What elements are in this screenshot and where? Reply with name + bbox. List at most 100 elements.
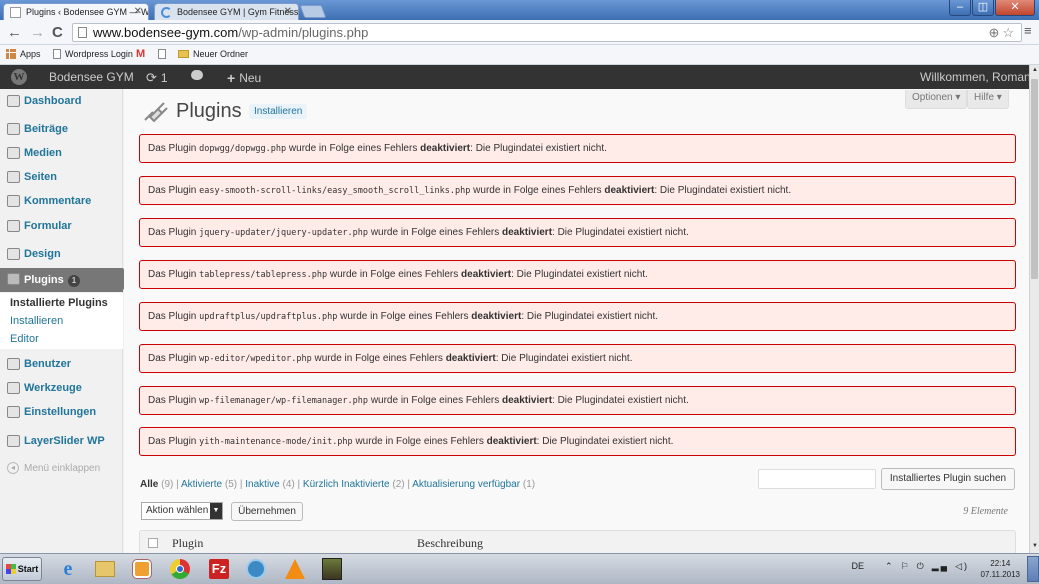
maximize-button[interactable]: ◫ <box>972 0 994 16</box>
updates-count: 1 <box>160 71 168 85</box>
tab-close-icon[interactable]: ✕ <box>134 6 142 17</box>
sidebar-item-beitraege[interactable]: Beiträge <box>0 118 123 140</box>
bookmark-gmail[interactable]: M <box>136 48 145 60</box>
sidebar-item-design[interactable]: Design <box>0 243 123 265</box>
collapse-arrow-icon: ◂ <box>7 462 19 474</box>
tab-close-icon[interactable]: ✕ <box>284 6 292 17</box>
add-new-plugin-button[interactable]: Installieren <box>249 104 308 119</box>
volume-icon[interactable]: ◁) <box>955 561 969 572</box>
greeting-text: Willkommen, Roman <box>920 70 1031 84</box>
page-icon <box>7 171 20 183</box>
sidebar-item-dashboard[interactable]: Dashboard <box>0 90 123 112</box>
vlc-icon[interactable] <box>281 557 309 581</box>
select-all-checkbox[interactable] <box>148 538 158 548</box>
address-bar[interactable]: www.bodensee-gym.com/wp-admin/plugins.ph… <box>72 23 1022 42</box>
apply-button[interactable]: Übernehmen <box>231 502 303 521</box>
account-menu[interactable]: Willkommen, Roman <box>920 70 1031 84</box>
signal-icon[interactable]: ▂▄ <box>932 561 949 572</box>
sidebar-item-seiten[interactable]: Seiten <box>0 166 123 188</box>
screen-options-button[interactable]: Optionen ▾ <box>905 90 968 109</box>
search-plugins-button[interactable]: Installiertes Plugin suchen <box>881 468 1015 490</box>
zoom-and-star-icons[interactable]: ⊕☆ <box>988 24 1017 41</box>
error-notice: Das Plugin updraftplus/updraftplus.php w… <box>139 302 1016 331</box>
filter-all[interactable]: Alle <box>140 479 158 490</box>
submenu-installed-plugins[interactable]: Installierte Plugins <box>10 297 108 309</box>
plugin-search-input[interactable] <box>758 469 876 489</box>
filter-upgrade-available[interactable]: Aktualisierung verfügbar <box>412 479 520 490</box>
chrome-icon[interactable] <box>166 557 194 581</box>
plugins-page-icon <box>144 102 168 123</box>
internet-explorer-icon[interactable]: e <box>54 557 82 581</box>
sidebar-item-medien[interactable]: Medien <box>0 142 123 164</box>
mona-lisa-icon[interactable] <box>318 557 346 581</box>
bookmark-wordpress-login[interactable]: Wordpress Login <box>53 49 133 59</box>
sidebar-item-werkzeuge[interactable]: Werkzeuge <box>0 377 123 399</box>
sidebar-item-layerslider[interactable]: LayerSlider WP <box>0 430 123 452</box>
form-icon <box>7 220 20 232</box>
reload-icon[interactable]: C <box>52 24 63 41</box>
back-arrow-icon[interactable]: ← <box>7 24 22 41</box>
bookmark-folder-neuer-ordner[interactable]: Neuer Ordner <box>178 49 248 59</box>
menu-icon[interactable]: ≡ <box>1024 23 1032 38</box>
submenu-editor[interactable]: Editor <box>10 333 39 345</box>
help-button[interactable]: Hilfe ▾ <box>967 90 1009 109</box>
filter-inactive[interactable]: Inaktive <box>245 479 279 490</box>
scroll-down-icon[interactable]: ▼ <box>1031 543 1039 551</box>
url-path: /wp-admin/plugins.php <box>238 25 369 40</box>
browser-tab-gym[interactable]: Bodensee GYM | Gym Fitness ✕ <box>154 3 299 20</box>
forward-arrow-icon[interactable]: → <box>30 24 45 41</box>
flag-icon[interactable]: ⚐ <box>901 561 911 572</box>
file-explorer-icon[interactable] <box>91 557 119 581</box>
filter-count: (1) <box>522 479 536 490</box>
network-icon[interactable] <box>242 557 270 581</box>
scroll-thumb[interactable] <box>1031 79 1038 279</box>
new-content-link[interactable]: + Neu <box>227 70 261 86</box>
power-icon[interactable]: ⏻ <box>917 561 926 572</box>
comments-link[interactable] <box>191 70 203 80</box>
close-window-button[interactable]: ✕ <box>995 0 1035 16</box>
sidebar-item-plugins[interactable]: Plugins 1 <box>0 268 131 292</box>
filter-recently-inactive[interactable]: Kürzlich Inaktivierte <box>303 479 390 490</box>
system-clock[interactable]: 22:14 07.11.2013 <box>981 558 1020 580</box>
bulk-action-select[interactable]: Aktion wählen ▼ <box>141 502 223 520</box>
show-desktop-button[interactable] <box>1027 556 1039 582</box>
start-button[interactable]: Start <box>2 557 42 581</box>
windows-logo-icon <box>5 564 16 574</box>
bookmark-apps[interactable]: Apps <box>6 49 41 59</box>
page-scrollbar[interactable]: ▲ ▼ <box>1029 65 1039 553</box>
language-indicator[interactable]: DE <box>851 561 864 571</box>
bookmark-blank-page[interactable] <box>158 49 166 59</box>
new-label: Neu <box>239 71 262 85</box>
site-name: Bodensee GYM <box>49 70 134 84</box>
minimize-button[interactable]: – <box>949 0 971 16</box>
sidebar-item-kommentare[interactable]: Kommentare <box>0 190 123 212</box>
show-hidden-icons-icon[interactable]: ⌃ <box>885 561 895 572</box>
sidebar-item-label: LayerSlider WP <box>24 435 105 447</box>
filezilla-icon[interactable]: Fz <box>205 557 233 581</box>
notice-middle: wurde in Folge eines Fehlers <box>329 269 459 280</box>
scroll-up-icon[interactable]: ▲ <box>1031 67 1039 75</box>
updates-link[interactable]: ⟳ 1 <box>146 70 168 86</box>
clock-time: 22:14 <box>990 559 1011 568</box>
sidebar-item-formular[interactable]: Formular <box>0 215 123 237</box>
sidebar-item-benutzer[interactable]: Benutzer <box>0 353 123 375</box>
bookmark-label: Neuer Ordner <box>193 49 249 59</box>
plugin-status-filters: Alle (9) | Aktivierte (5) | Inaktive (4)… <box>140 479 536 490</box>
error-notice: Das Plugin dopwgg/dopwgg.php wurde in Fo… <box>139 134 1016 163</box>
new-tab-button[interactable] <box>299 5 327 18</box>
media-player-icon[interactable] <box>128 557 156 581</box>
collapse-menu-button[interactable]: ◂ Menü einklappen <box>7 462 100 474</box>
submenu-add-new[interactable]: Installieren <box>10 315 63 327</box>
notice-suffix: : Die Plugindatei existiert nicht. <box>536 436 674 447</box>
apps-grid-icon <box>6 49 16 59</box>
filter-active[interactable]: Aktivierte <box>181 479 222 490</box>
tab-title: Plugins ‹ Bodensee GYM — W <box>26 7 149 17</box>
browser-tab-plugins[interactable]: Plugins ‹ Bodensee GYM — W ✕ <box>3 3 149 20</box>
notice-file: tablepress/tablepress.php <box>199 270 328 280</box>
site-name-link[interactable]: Bodensee GYM <box>49 70 134 84</box>
page-icon <box>78 27 87 38</box>
filter-count: (9) <box>161 479 174 490</box>
admin-sidebar: Dashboard Beiträge Medien Seiten Komment… <box>0 89 131 553</box>
wp-logo-menu[interactable]: W <box>11 69 27 85</box>
sidebar-item-einstellungen[interactable]: Einstellungen <box>0 401 123 423</box>
